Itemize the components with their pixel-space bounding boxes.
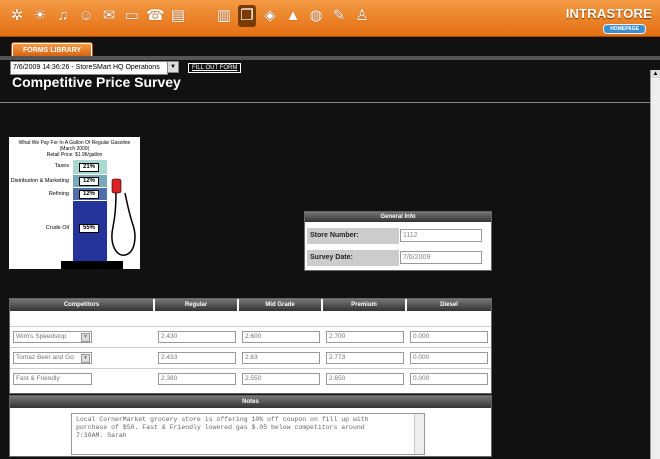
divider <box>0 56 660 60</box>
scrollbar[interactable]: ▲ <box>650 70 660 459</box>
pages-icon[interactable]: ❐ <box>238 5 256 27</box>
top-toolbar: ✲ ☀ ♫ ☺ ✉ ▭ ☎ ▤ ▥ ❐ ◈ ▲ ◍ ✎ ♙ INTRASTORE… <box>0 0 660 37</box>
fill-out-form-button[interactable]: FILL OUT FORM <box>188 63 242 73</box>
regular-price-input[interactable]: 2.380 <box>158 373 236 385</box>
graduation-icon[interactable]: ▲ <box>284 5 302 27</box>
notes-line: Local CornerMarket grocery store is offe… <box>76 416 369 423</box>
survey-date-label: Survey Date: <box>307 250 399 266</box>
mid-grade-price-input[interactable]: 2.550 <box>242 373 320 385</box>
general-info-header: General Info <box>305 212 491 222</box>
competitor-name: Tomaz Beer and Go <box>16 354 74 361</box>
chat-icon[interactable]: ☺ <box>77 5 95 27</box>
diesel-price-input[interactable]: 0.000 <box>410 373 488 385</box>
sun-icon[interactable]: ☀ <box>31 5 49 27</box>
brand-logo: INTRASTORE <box>565 6 652 21</box>
mid-grade-price-input[interactable]: 2.600 <box>242 331 320 343</box>
table-row: Wim's Speedstop ▼ 2.430 2.600 2.700 0.000 <box>10 326 491 347</box>
diesel-price-input[interactable]: 0.000 <box>410 352 488 364</box>
col-header-competitors: Competitors <box>10 299 153 311</box>
pump-base <box>61 261 123 269</box>
form-select-row: 7/6/2009 14:36:26 - StoreSMart HQ Operat… <box>10 61 242 75</box>
table-row: Fast & Friendly 2.380 2.550 2.650 0.000 <box>10 368 491 389</box>
binder-icon[interactable]: ▥ <box>215 5 233 27</box>
notes-line: purchase of $50. Fast & Friendly lowered… <box>76 424 365 431</box>
store-number-label: Store Number: <box>307 228 399 244</box>
mid-grade-price-input[interactable]: 2.63 <box>242 352 320 364</box>
homepage-button[interactable]: HOMEPAGE <box>603 24 646 34</box>
page-title: Competitive Price Survey <box>12 74 181 90</box>
fuel-nozzle-icon <box>111 178 136 256</box>
notes-header: Notes <box>10 396 491 408</box>
competitor-name: Wim's Speedstop <box>16 333 67 340</box>
col-header-premium: Premium <box>323 299 405 311</box>
compass-icon[interactable]: ✲ <box>8 5 26 27</box>
regular-price-input[interactable]: 2.430 <box>158 331 236 343</box>
gas-price-graphic: What We Pay For In A Gallon Of Regular G… <box>9 137 140 269</box>
premium-price-input[interactable]: 2.700 <box>326 331 404 343</box>
book-icon[interactable]: ▤ <box>169 5 187 27</box>
store-number-input[interactable]: 1112 <box>400 229 482 242</box>
phone-icon[interactable]: ☎ <box>146 5 165 27</box>
toolbar-icons: ✲ ☀ ♫ ☺ ✉ ▭ ☎ ▤ ▥ ❐ ◈ ▲ ◍ ✎ ♙ <box>8 5 371 27</box>
chevron-down-icon[interactable]: ▼ <box>81 333 90 342</box>
notes-line: 7:30AM. Sarah <box>76 432 127 439</box>
premium-price-input[interactable]: 2.773 <box>326 352 404 364</box>
survey-date-row: Survey Date: 7/6/2009 <box>305 248 491 268</box>
stack-icon[interactable]: ◈ <box>261 5 279 27</box>
form-select-value: 7/6/2009 14:36:26 - StoreSMart HQ Operat… <box>13 64 160 71</box>
monitor-icon[interactable]: ▭ <box>123 5 141 27</box>
clipboard-icon[interactable]: ✎ <box>330 5 348 27</box>
premium-price-input[interactable]: 2.650 <box>326 373 404 385</box>
bell-icon[interactable]: ♫ <box>54 5 72 27</box>
notes-scrollbar[interactable] <box>414 414 424 454</box>
general-info-panel: General Info Store Number: 1112 Survey D… <box>304 211 492 271</box>
store-number-row: Store Number: 1112 <box>305 226 491 246</box>
chevron-down-icon[interactable]: ▼ <box>167 61 179 73</box>
divider <box>0 102 652 103</box>
chevron-down-icon[interactable]: ▼ <box>81 354 90 363</box>
mail-icon[interactable]: ✉ <box>100 5 118 27</box>
col-header-regular: Regular <box>155 299 237 311</box>
notes-textarea[interactable]: Local CornerMarket grocery store is offe… <box>71 413 425 455</box>
competitor-select[interactable]: Tomaz Beer and Go ▼ <box>13 352 92 364</box>
notes-panel: Notes Local CornerMarket grocery store i… <box>9 395 492 457</box>
table-row: Tomaz Beer and Go ▼ 2.433 2.63 2.773 0.00… <box>10 347 491 368</box>
form-select[interactable]: 7/6/2009 14:36:26 - StoreSMart HQ Operat… <box>10 61 179 75</box>
globe-icon[interactable]: ◍ <box>307 5 325 27</box>
people-icon[interactable]: ♙ <box>353 5 371 27</box>
diesel-price-input[interactable]: 0.000 <box>410 331 488 343</box>
competitor-name-input[interactable]: Fast & Friendly <box>13 373 92 385</box>
competitor-select[interactable]: Wim's Speedstop ▼ <box>13 331 92 343</box>
survey-date-input[interactable]: 7/6/2009 <box>400 251 482 264</box>
col-header-diesel: Diesel <box>407 299 491 311</box>
competitors-table: Competitors Regular Mid Grade Premium Di… <box>9 298 492 394</box>
regular-price-input[interactable]: 2.433 <box>158 352 236 364</box>
scroll-up-icon[interactable]: ▲ <box>651 70 660 78</box>
col-header-mid-grade: Mid Grade <box>239 299 321 311</box>
